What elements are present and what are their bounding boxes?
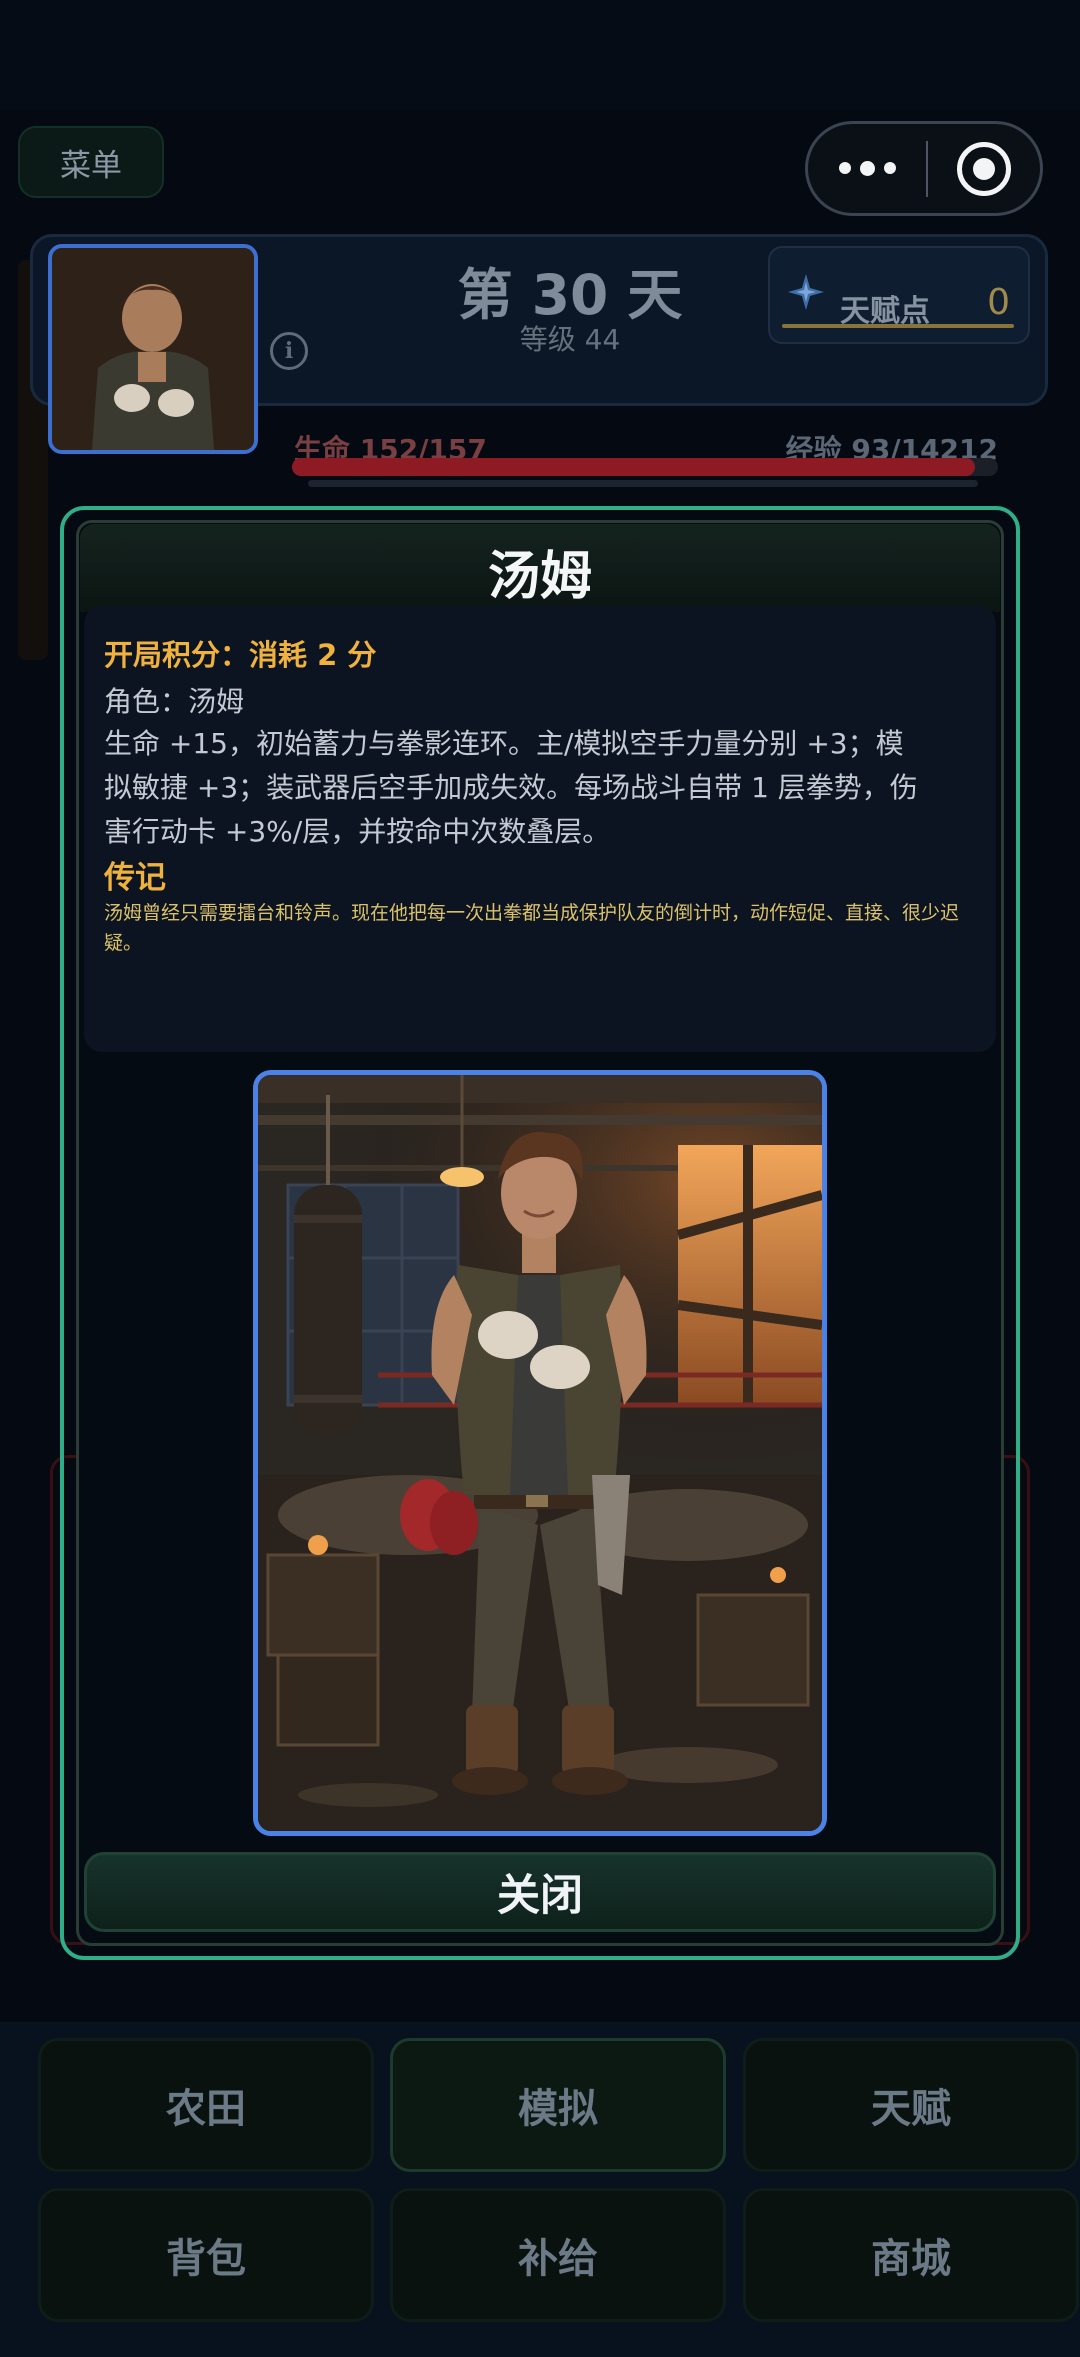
nav-backpack-button[interactable]: 背包	[38, 2188, 374, 2322]
nav-farm-button[interactable]: 农田	[38, 2038, 374, 2172]
nav-farm-label: 农田	[166, 2086, 246, 2132]
hp-bar-fill	[292, 458, 976, 476]
talent-points-box[interactable]: 天赋点 0	[768, 246, 1030, 344]
modal-title: 汤姆	[487, 547, 592, 607]
character-effect-text: 生命 +15，初始蓄力与拳影连环。主/模拟空手力量分别 +3；模拟敏捷 +3；装…	[104, 727, 918, 848]
nav-supply-button[interactable]: 补给	[390, 2188, 726, 2322]
avatar-portrait-icon	[52, 248, 254, 450]
status-bar-area	[0, 0, 1080, 110]
boxer-portrait-illustration	[258, 1075, 822, 1831]
level-text: 等级 44	[519, 323, 621, 356]
start-score-cost: 开局积分：消耗 2 分	[104, 638, 377, 672]
hp-bar	[292, 458, 998, 476]
nav-backpack-label: 背包	[166, 2236, 246, 2282]
target-icon	[957, 141, 1011, 196]
star-gem-icon	[788, 274, 824, 310]
more-options-icon[interactable]	[808, 160, 926, 176]
nav-simulate-button[interactable]: 模拟	[390, 2038, 726, 2172]
menu-button[interactable]: 菜单	[18, 126, 164, 198]
nav-shop-label: 商城	[871, 2236, 951, 2282]
close-program-button[interactable]	[928, 141, 1040, 196]
mini-program-capsule	[805, 121, 1043, 216]
nav-simulate-label: 模拟	[518, 2086, 598, 2132]
talent-underline	[782, 324, 1014, 328]
nav-shop-button[interactable]: 商城	[743, 2188, 1079, 2322]
biography-text: 汤姆曾经只需要擂台和铃声。现在他把每一次出拳都当成保护队友的倒计时，动作短促、直…	[104, 902, 960, 954]
player-avatar[interactable]	[48, 244, 258, 454]
info-icon[interactable]: i	[270, 332, 308, 370]
nav-supply-label: 补给	[518, 2236, 598, 2282]
close-button[interactable]: 关闭	[84, 1852, 996, 1932]
talent-points-value: 0	[987, 282, 1010, 323]
bottom-navigation: 农田 模拟 天赋 背包 补给 商城	[0, 2022, 1080, 2357]
biography-title: 传记	[104, 860, 166, 896]
menu-button-label: 菜单	[60, 147, 122, 184]
nav-talent-button[interactable]: 天赋	[743, 2038, 1079, 2172]
exp-bar	[308, 480, 978, 487]
nav-talent-label: 天赋	[871, 2086, 951, 2132]
close-button-label: 关闭	[497, 1871, 583, 1921]
character-portrait	[253, 1070, 827, 1836]
role-line: 角色：汤姆	[104, 685, 245, 718]
